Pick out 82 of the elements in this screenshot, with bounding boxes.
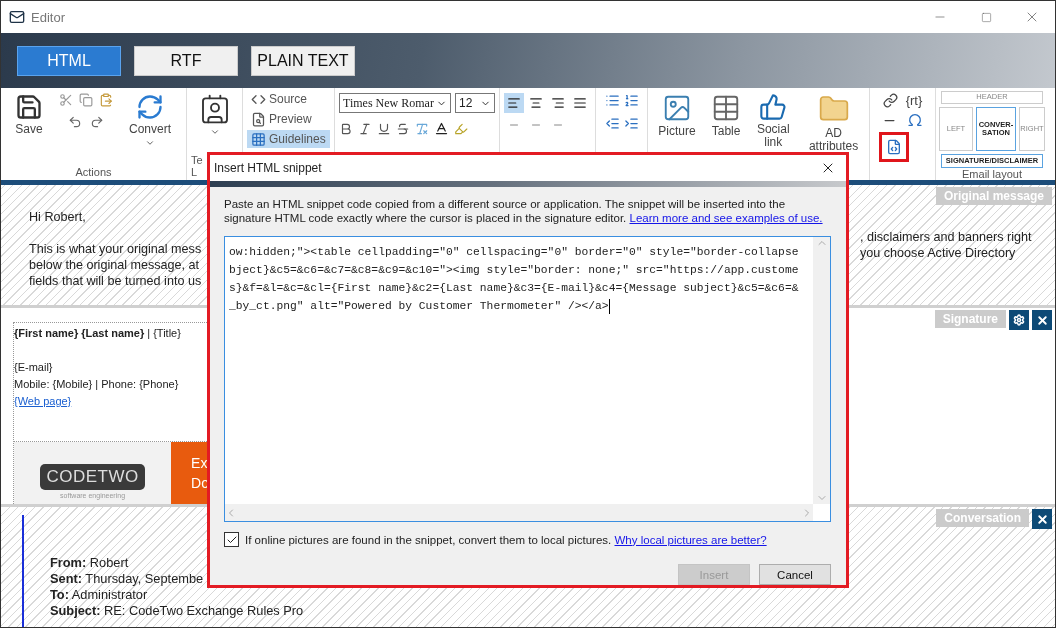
format-tab[interactable]: PLAIN TEXT [251, 45, 355, 76]
link-icon[interactable] [882, 93, 898, 108]
app-icon [9, 9, 25, 25]
dialog-description: Paste an HTML snippet code copied from a different source or application. The snippet will be inserted into the signature HTML code exactly where the cursor is placed in the signature editor. Learn more and see examples of use. [224, 197, 824, 225]
save-button[interactable]: Save [13, 93, 45, 166]
italic-icon[interactable] [358, 121, 372, 136]
caret-icon [209, 127, 220, 137]
picture-icon [662, 93, 692, 123]
rt-button[interactable]: {rt} [905, 93, 923, 108]
signature-name: {First name} {Last name} | {Title} [14, 326, 182, 341]
close-button[interactable] [1032, 310, 1052, 330]
dialog-button[interactable]: Cancel [759, 564, 831, 585]
close-icon [1035, 313, 1049, 327]
align-right-icon [551, 96, 565, 110]
code-field[interactable]: ow:hidden;"><table cellpadding="0" cellspacing="0" border="0" style="border-collapse bject}&c5=&c6=&c7=&c8=&c9=&c10="><img style="border: none;" src="https://app.custome s}&f=&l=&c=&cl={First name}&c2={Last name}&c3={E-mail}&c4={Message subject}&c5=&c6=& _by_ct.png" alt="Powered by Customer Thermometer" /></a> [224, 236, 831, 522]
view-option[interactable]: Guidelines [247, 130, 330, 148]
undo-icon[interactable] [68, 115, 82, 129]
window-title: Editor [31, 9, 65, 25]
outdent-icon[interactable] [604, 116, 620, 131]
close-icon [1035, 512, 1049, 526]
thumbs-up-icon [759, 93, 788, 121]
settings-icon [1013, 314, 1025, 326]
code-file-icon [885, 139, 902, 155]
group-label: Email layout [961, 168, 1023, 180]
body-text: below the original message, at [29, 257, 201, 273]
body-text: This is what your original mess [29, 241, 201, 257]
checkbox[interactable] [224, 532, 239, 547]
snippet-button[interactable] [878, 132, 909, 162]
font-color-icon[interactable] [434, 121, 449, 136]
settings-button[interactable] [1009, 310, 1029, 330]
logo: CODETWO [40, 463, 145, 490]
picture-button[interactable]: Picture [658, 93, 696, 178]
signature-phones: Mobile: {Mobile} | Phone: {Phone} [14, 377, 180, 392]
size-select[interactable]: 12 [455, 93, 495, 113]
header-line: From: Robert [50, 555, 130, 571]
clear-format-icon[interactable] [415, 121, 429, 136]
group-label: L [191, 166, 198, 178]
table-button[interactable]: Table [708, 93, 745, 178]
align-justify-icon [573, 96, 587, 110]
body-text: , disclaimers and banners right [860, 229, 1032, 245]
preview-icon [251, 111, 266, 127]
dialog-title: Insert HTML snippet [214, 161, 322, 175]
convert-button[interactable]: Convert [127, 93, 174, 166]
indent-icon[interactable] [623, 116, 639, 131]
format-tab[interactable]: HTML [17, 45, 121, 76]
view-option[interactable]: Preview [247, 110, 316, 128]
body-text: you choose Active Directory [860, 245, 1017, 261]
format-tab[interactable]: RTF [134, 45, 238, 76]
align-button[interactable] [504, 93, 524, 113]
signature-email: {E-mail} [14, 360, 54, 375]
group-label: Actions [74, 166, 113, 178]
numbered-list-icon[interactable] [623, 93, 639, 108]
text-cursor [608, 298, 610, 314]
web-link[interactable]: {Web page} [14, 393, 209, 410]
bold-icon[interactable] [339, 121, 353, 136]
view-option[interactable]: Source [247, 90, 312, 108]
checkbox-label: If online pictures are found in the snippet, convert them to local pictures. Why local pictures are better? [245, 533, 767, 546]
redo-icon[interactable] [90, 115, 104, 129]
align-left-icon [507, 96, 521, 110]
close-button[interactable] [1032, 509, 1052, 529]
omega-icon[interactable] [907, 112, 923, 128]
header-line: Subject: RE: CodeTwo Exchange Rules Pro [50, 603, 304, 619]
refresh-icon [136, 93, 164, 121]
align-center-icon [529, 96, 543, 110]
cut-icon[interactable] [59, 93, 73, 107]
paste-icon[interactable] [99, 93, 113, 107]
why-link[interactable]: Why local pictures are better? [614, 533, 767, 546]
copy-icon[interactable] [79, 93, 93, 107]
font-select[interactable]: Times New Romar [339, 93, 451, 113]
bullet-list-icon[interactable] [604, 93, 620, 108]
ad-attributes-button[interactable]: AD attributes [802, 93, 865, 178]
strikethrough-icon[interactable] [396, 121, 410, 136]
grid-icon [251, 131, 266, 147]
group-label: Te [191, 154, 203, 166]
underline-icon[interactable] [377, 121, 391, 136]
social-link-button[interactable]: Social link [756, 93, 791, 178]
banner-text: Ex [191, 455, 209, 472]
body-text: Hi Robert, [29, 209, 87, 225]
header-line: Sent: Thursday, Septembe [50, 571, 205, 587]
body-text: fields that will be turned into us [29, 273, 201, 289]
header-line: To: Administrator [50, 587, 149, 603]
learn-more-link[interactable]: Learn more and see examples of use. [629, 212, 823, 224]
